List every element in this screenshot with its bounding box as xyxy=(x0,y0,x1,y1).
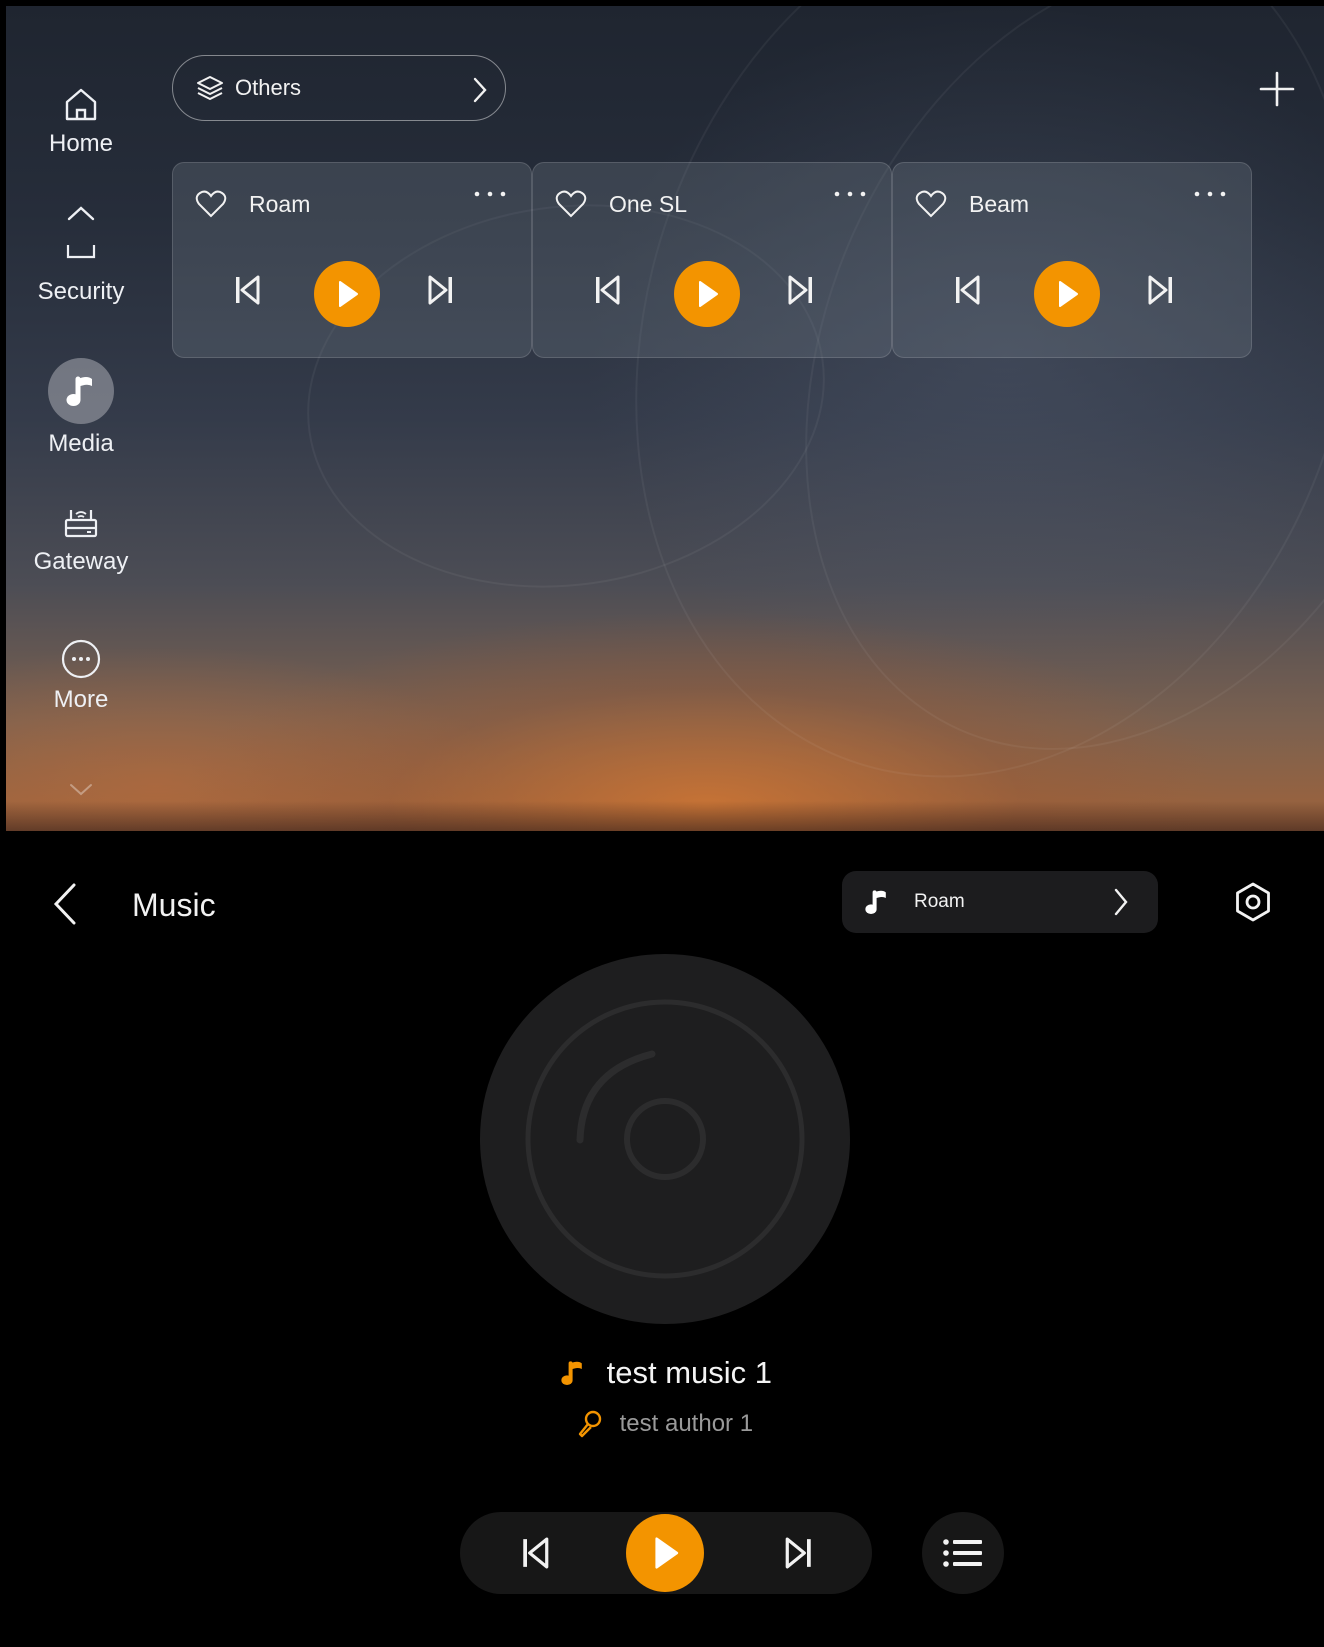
chevron-right-icon xyxy=(1114,888,1128,916)
play-icon xyxy=(655,1537,679,1569)
group-selector-label: Others xyxy=(235,75,302,100)
more-dots-icon xyxy=(61,639,101,679)
sidebar-nav: Home Security Media Gateway More xyxy=(6,6,156,831)
sidebar-item-label: Home xyxy=(48,130,114,157)
group-selector-button[interactable]: Others xyxy=(172,55,506,121)
speaker-card-one-sl[interactable]: One SL xyxy=(532,162,892,358)
music-player-panel: Music Roam test music 1 test author 1 xyxy=(6,831,1324,1647)
chevron-up-icon[interactable] xyxy=(63,202,99,224)
horizon-silhouette xyxy=(6,801,1324,831)
sidebar-item-label: More xyxy=(53,686,109,713)
play-icon xyxy=(699,281,718,307)
next-icon[interactable] xyxy=(1147,275,1175,305)
sidebar-item-more[interactable]: More xyxy=(6,638,156,714)
play-icon xyxy=(1059,281,1078,307)
previous-icon[interactable] xyxy=(233,275,261,305)
music-note-icon xyxy=(66,376,92,406)
device-selector-label: Roam xyxy=(914,891,965,912)
more-options-icon[interactable] xyxy=(833,189,867,199)
sidebar-item-label: Gateway xyxy=(33,548,129,575)
back-button[interactable] xyxy=(48,881,82,927)
play-button[interactable] xyxy=(314,261,380,327)
sidebar-item-security[interactable]: Security xyxy=(6,242,156,306)
now-playing-author-row: test author 1 xyxy=(6,1409,1324,1438)
previous-icon[interactable] xyxy=(520,1537,550,1569)
next-icon[interactable] xyxy=(784,1537,814,1569)
speaker-card-roam[interactable]: Roam xyxy=(172,162,532,358)
track-title: test music 1 xyxy=(606,1354,772,1390)
heart-icon[interactable] xyxy=(195,189,227,219)
home-icon xyxy=(65,88,97,121)
next-icon[interactable] xyxy=(427,275,455,305)
sidebar-item-media[interactable]: Media xyxy=(6,358,156,458)
music-note-icon xyxy=(865,890,886,914)
microphone-icon xyxy=(578,1410,602,1437)
speaker-name: Roam xyxy=(249,191,311,217)
layers-icon xyxy=(197,76,223,100)
play-button[interactable] xyxy=(1034,261,1100,327)
playlist-icon xyxy=(943,1539,982,1567)
playback-controls xyxy=(460,1512,872,1594)
album-art-disc xyxy=(480,954,850,1324)
chevron-right-icon xyxy=(473,77,487,103)
home-dashboard-panel: Home Security Media Gateway More Others … xyxy=(6,6,1324,831)
music-note-icon xyxy=(561,1361,582,1385)
speaker-card-beam[interactable]: Beam xyxy=(892,162,1252,358)
sidebar-item-label: Media xyxy=(48,430,114,457)
heart-icon[interactable] xyxy=(915,189,947,219)
chevron-down-icon[interactable] xyxy=(63,780,99,800)
sidebar-item-home[interactable]: Home xyxy=(6,84,156,158)
track-author: test author 1 xyxy=(619,1409,754,1437)
security-icon xyxy=(66,245,96,259)
device-selector-button[interactable]: Roam xyxy=(842,871,1158,933)
gateway-router-icon xyxy=(64,510,98,538)
previous-icon[interactable] xyxy=(953,275,981,305)
now-playing-title-row: test music 1 xyxy=(6,1353,1324,1391)
settings-button[interactable] xyxy=(1232,881,1274,923)
add-button[interactable] xyxy=(1258,70,1296,108)
page-title: Music xyxy=(132,887,216,923)
play-button[interactable] xyxy=(674,261,740,327)
more-options-icon[interactable] xyxy=(1193,189,1227,199)
more-options-icon[interactable] xyxy=(473,189,507,199)
play-icon xyxy=(339,281,358,307)
next-icon[interactable] xyxy=(787,275,815,305)
previous-icon[interactable] xyxy=(593,275,621,305)
playlist-button[interactable] xyxy=(922,1512,1004,1594)
heart-icon[interactable] xyxy=(555,189,587,219)
sidebar-item-label: Security xyxy=(37,278,125,305)
play-button[interactable] xyxy=(626,1514,704,1592)
sidebar-item-gateway[interactable]: Gateway xyxy=(6,502,156,576)
speaker-name: Beam xyxy=(969,191,1030,217)
media-active-indicator xyxy=(48,358,114,424)
speaker-name: One SL xyxy=(609,191,687,217)
